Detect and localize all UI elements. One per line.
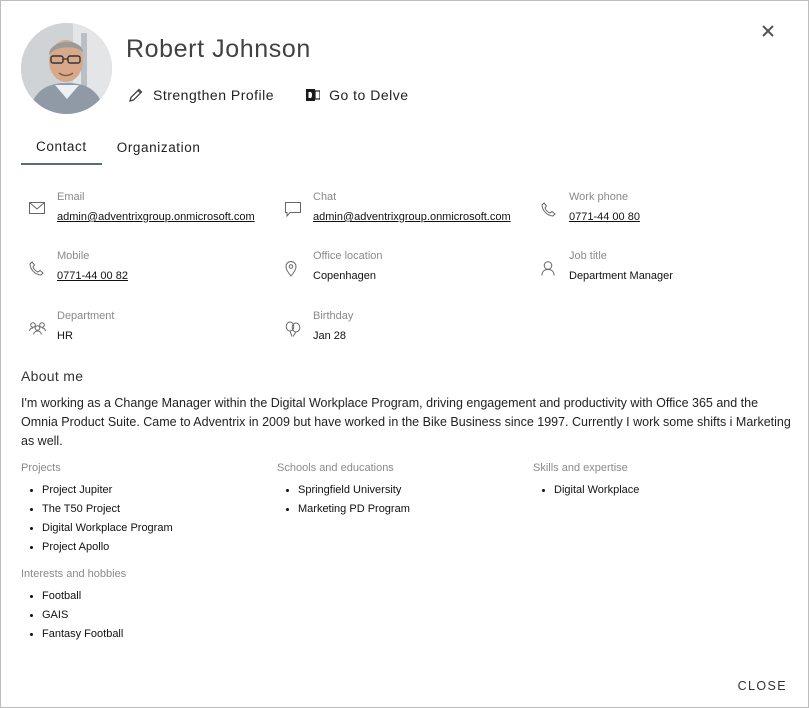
list-item: GAIS — [21, 606, 271, 625]
interests-title: Interests and hobbies — [21, 568, 127, 580]
strengthen-profile-label: Strengthen Profile — [153, 87, 275, 103]
list-item: Digital Workplace — [533, 481, 783, 500]
go-to-delve-label: Go to Delve — [329, 87, 409, 103]
birthday-field: Birthday Jan 28 — [285, 308, 535, 343]
list-item: Marketing PD Program — [277, 500, 527, 519]
job-title-label: Job title — [569, 250, 607, 262]
profile-actions: Strengthen Profile Go to Delve — [128, 87, 409, 103]
list-item: Springfield University — [277, 481, 527, 500]
projects-title: Projects — [21, 462, 61, 474]
mail-icon — [29, 189, 57, 224]
list-item: Digital Workplace Program — [21, 519, 271, 538]
close-icon[interactable] — [756, 19, 780, 43]
list-item: Project Jupiter — [21, 481, 271, 500]
phone-icon — [29, 248, 57, 283]
work-phone-field: Work phone 0771-44 00 80 — [541, 189, 791, 224]
list-item: Fantasy Football — [21, 625, 271, 644]
profile-tabs: Contact Organization — [21, 129, 215, 165]
work-phone-link[interactable]: 0771-44 00 80 — [569, 210, 640, 224]
department-label: Department — [57, 310, 115, 322]
office-location-value: Copenhagen — [313, 270, 377, 282]
email-label: Email — [57, 191, 85, 203]
close-button[interactable]: CLOSE — [738, 679, 787, 693]
office-location-field: Office location Copenhagen — [285, 248, 535, 283]
avatar — [21, 23, 112, 114]
list-item: Project Apollo — [21, 538, 271, 557]
chat-link[interactable]: admin@adventrixgroup.onmicrosoft.com — [313, 210, 511, 224]
skills-section: Skills and expertise Digital Workplace — [533, 462, 783, 500]
department-value: HR — [57, 330, 73, 342]
schools-title: Schools and educations — [277, 462, 394, 474]
schools-section: Schools and educations Springfield Unive… — [277, 462, 527, 519]
phone-icon — [541, 189, 569, 224]
projects-section: Projects Project Jupiter The T50 Project… — [21, 462, 271, 557]
list-item: Football — [21, 587, 271, 606]
skills-title: Skills and expertise — [533, 462, 628, 474]
about-text: I'm working as a Change Manager within t… — [21, 396, 791, 448]
birthday-value: Jan 28 — [313, 330, 347, 342]
email-link[interactable]: admin@adventrixgroup.onmicrosoft.com — [57, 210, 255, 224]
profile-dialog: Robert Johnson Strengthen Profile Go to … — [0, 0, 809, 708]
person-icon — [541, 248, 569, 283]
delve-icon — [306, 89, 321, 101]
work-phone-label: Work phone — [569, 191, 629, 203]
pencil-icon — [129, 88, 143, 102]
location-pin-icon — [285, 248, 313, 283]
tab-organization[interactable]: Organization — [102, 129, 216, 165]
job-title-field: Job title Department Manager — [541, 248, 791, 283]
job-title-value: Department Manager — [569, 270, 673, 282]
tab-contact[interactable]: Contact — [21, 129, 102, 165]
mobile-field: Mobile 0771-44 00 82 — [29, 248, 279, 283]
list-item: The T50 Project — [21, 500, 271, 519]
mobile-label: Mobile — [57, 250, 90, 262]
office-location-label: Office location — [313, 250, 383, 262]
strengthen-profile-button[interactable]: Strengthen Profile — [128, 87, 274, 103]
department-field: Department HR — [29, 308, 279, 343]
mobile-link[interactable]: 0771-44 00 82 — [57, 269, 128, 283]
email-field: Email admin@adventrixgroup.onmicrosoft.c… — [29, 189, 279, 224]
chat-label: Chat — [313, 191, 337, 203]
people-icon — [29, 308, 57, 343]
interests-section: Interests and hobbies Football GAIS Fant… — [21, 568, 271, 644]
balloons-icon — [285, 308, 313, 343]
birthday-label: Birthday — [313, 310, 354, 322]
about-heading: About me — [21, 368, 84, 384]
chat-field: Chat admin@adventrixgroup.onmicrosoft.co… — [285, 189, 535, 224]
profile-name: Robert Johnson — [126, 35, 311, 63]
go-to-delve-button[interactable]: Go to Delve — [306, 87, 408, 103]
chat-icon — [285, 189, 313, 224]
